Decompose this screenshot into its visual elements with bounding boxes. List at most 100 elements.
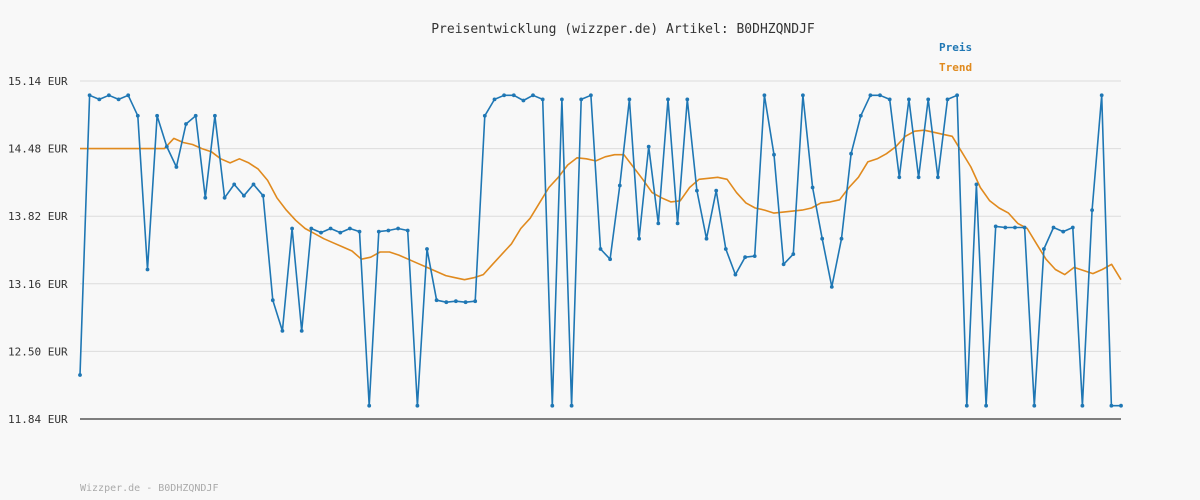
- data-point: [1042, 247, 1046, 251]
- data-point: [695, 188, 699, 193]
- data-point: [386, 228, 391, 233]
- data-point: [772, 152, 776, 157]
- data-point: [589, 93, 593, 98]
- data-point: [376, 229, 381, 234]
- data-point: [791, 252, 796, 256]
- data-point: [656, 221, 661, 226]
- data-point: [993, 224, 998, 229]
- data-point: [1080, 403, 1085, 408]
- data-point: [926, 97, 931, 102]
- data-point: [184, 122, 188, 126]
- data-point: [897, 175, 902, 180]
- data-point: [752, 254, 757, 258]
- data-point: [107, 93, 111, 98]
- data-point: [473, 299, 478, 304]
- data-point: [1109, 403, 1114, 408]
- data-point: [251, 182, 256, 187]
- data-point: [839, 236, 844, 241]
- data-point: [579, 97, 584, 102]
- data-point: [78, 373, 82, 377]
- data-point: [637, 236, 641, 241]
- data-point: [1119, 403, 1123, 408]
- data-point: [261, 193, 265, 198]
- data-point: [868, 93, 873, 98]
- data-point: [444, 300, 449, 305]
- data-point: [955, 93, 959, 98]
- data-point: [733, 272, 738, 277]
- data-point: [916, 175, 921, 180]
- data-point: [348, 226, 352, 231]
- data-point: [203, 195, 208, 200]
- data-point: [434, 298, 439, 303]
- data-point: [87, 93, 92, 98]
- y-tick-label: 11.84 EUR: [8, 413, 68, 426]
- data-point: [550, 403, 555, 408]
- footer-text: Wizzper.de - B0DHZQNDJF: [80, 483, 218, 494]
- data-point: [222, 195, 227, 200]
- data-point: [328, 226, 333, 231]
- data-point: [540, 97, 545, 102]
- legend-preis: Preis: [939, 41, 972, 54]
- legend-trend: Trend: [939, 61, 972, 74]
- data-point: [1051, 225, 1056, 230]
- data-point: [685, 97, 690, 102]
- data-point: [1022, 225, 1027, 230]
- data-point: [1061, 229, 1066, 234]
- data-point: [714, 188, 719, 193]
- data-point: [463, 300, 468, 305]
- data-point: [762, 93, 767, 98]
- data-point: [454, 299, 458, 304]
- data-point: [627, 97, 632, 102]
- data-point: [357, 229, 362, 234]
- data-point: [858, 113, 863, 118]
- data-point: [617, 183, 622, 188]
- data-point: [299, 329, 304, 333]
- data-point: [415, 403, 420, 408]
- data-point: [1032, 403, 1037, 408]
- data-point: [145, 267, 150, 272]
- data-point: [820, 236, 825, 241]
- data-point: [425, 247, 429, 251]
- y-axis: 15.14 EUR 14.48 EUR 13.82 EUR 13.16 EUR 12.5…: [8, 75, 68, 426]
- data-point: [97, 97, 102, 102]
- data-point: [531, 93, 535, 98]
- data-point: [936, 175, 940, 180]
- data-point: [1003, 225, 1008, 230]
- chart-title: Preisentwicklung (wizzper.de) Artikel: B…: [431, 22, 815, 37]
- data-point: [569, 403, 574, 408]
- data-point: [743, 255, 747, 260]
- data-point: [309, 226, 314, 231]
- data-point: [280, 329, 285, 333]
- data-point: [704, 236, 709, 241]
- data-point: [646, 144, 651, 149]
- data-point: [521, 98, 526, 103]
- data-point: [810, 185, 815, 190]
- data-point: [984, 403, 988, 408]
- data-point: [396, 226, 400, 231]
- data-point: [723, 247, 728, 251]
- data-point: [1013, 225, 1017, 230]
- data-point: [666, 97, 670, 102]
- data-point: [560, 97, 564, 102]
- data-point: [1070, 225, 1075, 230]
- data-point: [608, 257, 612, 262]
- data-point: [878, 93, 882, 98]
- data-point: [405, 228, 410, 233]
- y-tick-label: 13.16 EUR: [8, 278, 68, 291]
- y-tick-label: 12.50 EUR: [8, 345, 68, 358]
- data-point: [126, 93, 131, 98]
- data-point: [135, 113, 140, 118]
- data-point: [492, 97, 497, 102]
- data-point: [974, 182, 979, 187]
- data-point: [116, 97, 121, 102]
- data-point: [164, 144, 169, 149]
- price-chart: Preisentwicklung (wizzper.de) Artikel: B…: [8, 22, 1123, 494]
- data-point: [675, 221, 680, 226]
- data-point: [482, 113, 487, 118]
- y-tick-label: 14.48 EUR: [8, 143, 68, 156]
- data-point: [232, 182, 237, 187]
- data-point: [174, 165, 179, 169]
- data-point: [829, 285, 834, 289]
- data-point: [155, 113, 160, 118]
- data-point: [242, 193, 246, 198]
